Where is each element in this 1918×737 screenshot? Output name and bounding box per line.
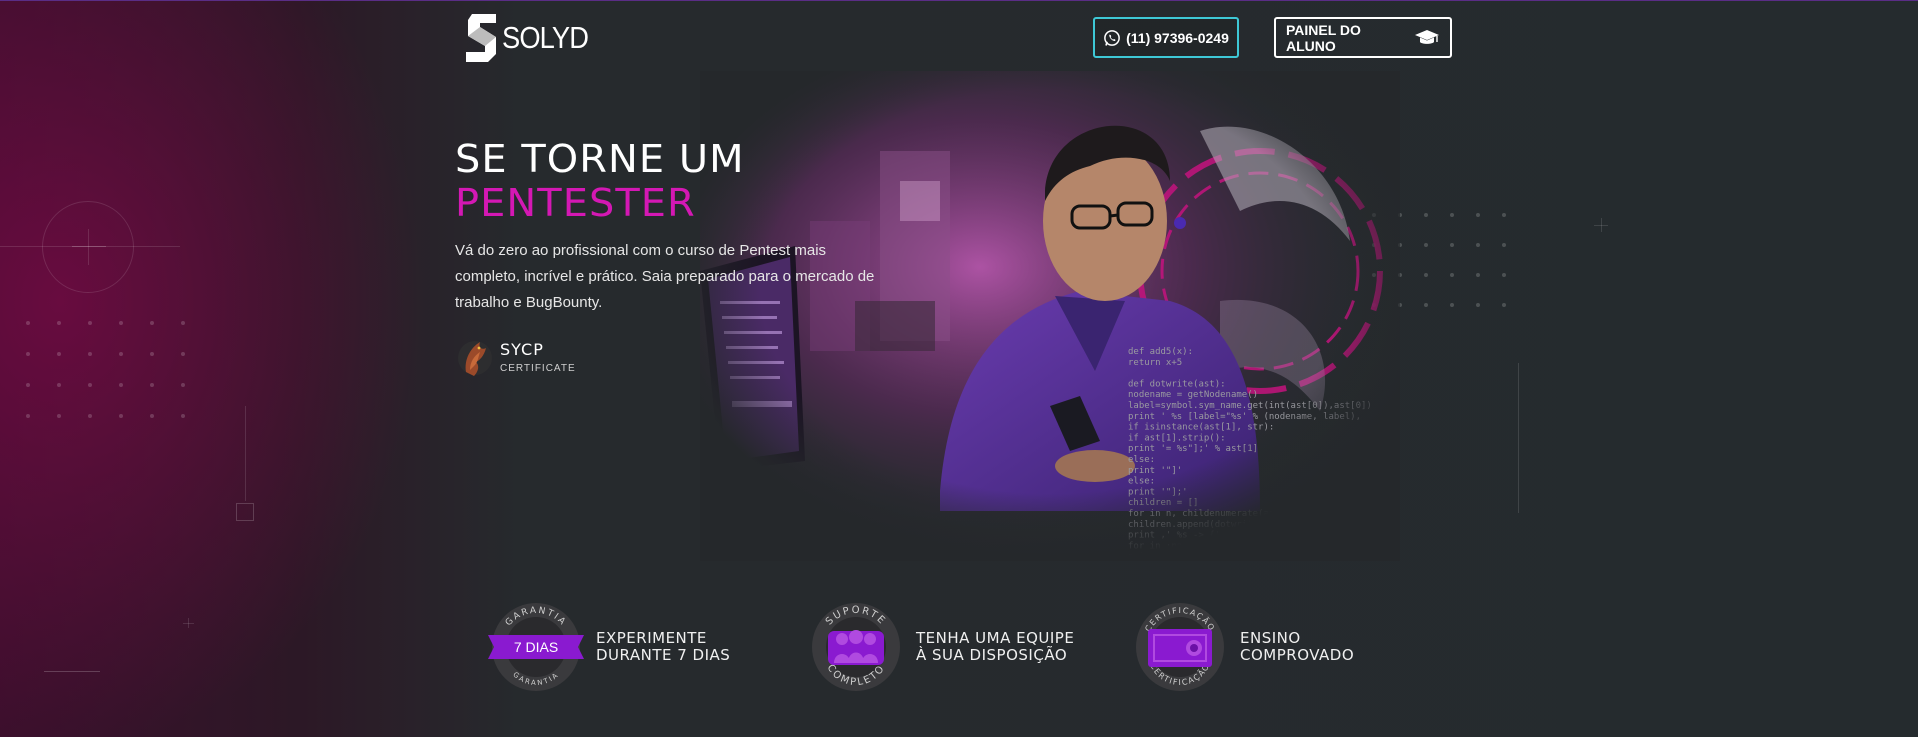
decorative-dot	[1476, 243, 1480, 247]
feature-line1: ENSINO	[1240, 629, 1301, 647]
decorative-dot	[26, 383, 30, 387]
dragon-logo-icon	[458, 341, 492, 376]
hero-title-line2: PENTESTER	[455, 181, 696, 225]
decorative-dot	[119, 321, 123, 325]
feature-text: ENSINO COMPROVADO	[1240, 630, 1354, 664]
decorative-dot	[181, 383, 185, 387]
decorative-dot	[119, 352, 123, 356]
feature-line2: À SUA DISPOSIÇÃO	[916, 646, 1068, 664]
decorative-dot	[88, 414, 92, 418]
decorative-dot	[1450, 303, 1454, 307]
decorative-dot	[1502, 213, 1506, 217]
feature-text: EXPERIMENTE DURANTE 7 DIAS	[596, 630, 730, 664]
decorative-dot	[150, 352, 154, 356]
decorative-dot	[88, 352, 92, 356]
decorative-dot	[57, 414, 61, 418]
hero-title: SE TORNE UM PENTESTER	[455, 137, 745, 225]
feature-certification: CERTIFICAÇÃO CERTIFICAÇÃO ENSINO COMPROV…	[1132, 601, 1354, 693]
solyd-logo-icon	[466, 14, 496, 62]
decorative-dot	[150, 383, 154, 387]
decorative-line	[44, 671, 100, 672]
badge-label: 7 DIAS	[514, 639, 558, 655]
logo-text: SOLYD	[502, 20, 589, 55]
decorative-dot	[1424, 213, 1428, 217]
decorative-dot	[1502, 243, 1506, 247]
decorative-dot-grid	[26, 321, 212, 418]
certificate-text: SYCP CERTIFICATE	[500, 340, 576, 374]
feature-line2: COMPROVADO	[1240, 646, 1355, 664]
feature-text: TENHA UMA EQUIPE À SUA DISPOSIÇÃO	[916, 630, 1074, 664]
feature-line1: EXPERIMENTE	[596, 629, 707, 647]
decorative-dot	[150, 321, 154, 325]
decorative-dot	[181, 352, 185, 356]
support-badge-icon: SUPORTE COMPLETO	[812, 603, 900, 691]
feature-line2: DURANTE 7 DIAS	[596, 646, 731, 664]
decorative-dot	[57, 352, 61, 356]
decorative-line	[1518, 363, 1519, 513]
decorative-dot	[1502, 303, 1506, 307]
decorative-dot	[88, 383, 92, 387]
hero-title-line1: SE TORNE UM	[455, 137, 745, 181]
decorative-dot	[88, 321, 92, 325]
decorative-dot	[150, 414, 154, 418]
decorative-dot	[181, 414, 185, 418]
decorative-dot	[1450, 213, 1454, 217]
decorative-dot	[1502, 273, 1506, 277]
decorative-dot	[26, 414, 30, 418]
decorative-dot	[1450, 243, 1454, 247]
certificate-subtitle: CERTIFICATE	[500, 363, 576, 374]
decorative-dot	[181, 321, 185, 325]
decorative-dot	[57, 383, 61, 387]
decorative-dot	[1424, 243, 1428, 247]
decorative-dot	[1424, 273, 1428, 277]
whatsapp-icon	[1104, 29, 1120, 46]
decorative-line	[245, 406, 246, 501]
decorative-dot	[1424, 303, 1428, 307]
decorative-line	[1594, 225, 1608, 226]
decorative-dot	[1476, 213, 1480, 217]
decorative-line	[72, 246, 106, 247]
hero-description: Vá do zero ao profissional com o curso d…	[455, 242, 875, 311]
logo[interactable]: SOLYD	[466, 14, 600, 62]
student-panel-button[interactable]: PAINEL DO ALUNO	[1274, 17, 1452, 58]
whatsapp-phone-button[interactable]: (11) 97396-0249	[1093, 17, 1239, 58]
decorative-dot	[1450, 273, 1454, 277]
hero-illustration: def add5(x): return x+5def dotwrite(ast)…	[700, 71, 1400, 561]
graduation-cap-icon	[1415, 29, 1440, 44]
certificate-name: SYCP	[500, 340, 544, 359]
decorative-dot	[1476, 273, 1480, 277]
student-panel-label: PAINEL DO ALUNO	[1286, 21, 1361, 54]
feature-guarantee: GARANTIA GARANTIA 7 DIAS EXPERIMENTE DUR…	[488, 601, 730, 693]
decorative-line	[183, 623, 194, 624]
guarantee-badge-icon: GARANTIA GARANTIA 7 DIAS	[488, 603, 584, 691]
decorative-dot	[26, 352, 30, 356]
feature-support: SUPORTE COMPLETO TENHA UMA EQUIPE À SUA …	[808, 601, 1074, 693]
decorative-dot	[119, 383, 123, 387]
sycp-certificate: SYCP CERTIFICATE	[456, 334, 576, 380]
decorative-dot	[57, 321, 61, 325]
decorative-line	[88, 229, 89, 265]
decorative-dot	[1476, 303, 1480, 307]
certification-badge-icon: CERTIFICAÇÃO CERTIFICAÇÃO	[1136, 603, 1224, 691]
decorative-square	[236, 503, 254, 521]
landing-page: SOLYD (11) 97396-0249 PAINEL DO ALUNO SE…	[0, 0, 1918, 737]
feature-line1: TENHA UMA EQUIPE	[916, 629, 1075, 647]
phone-number: (11) 97396-0249	[1126, 29, 1229, 46]
decorative-dot	[26, 321, 30, 325]
decorative-dot	[119, 414, 123, 418]
